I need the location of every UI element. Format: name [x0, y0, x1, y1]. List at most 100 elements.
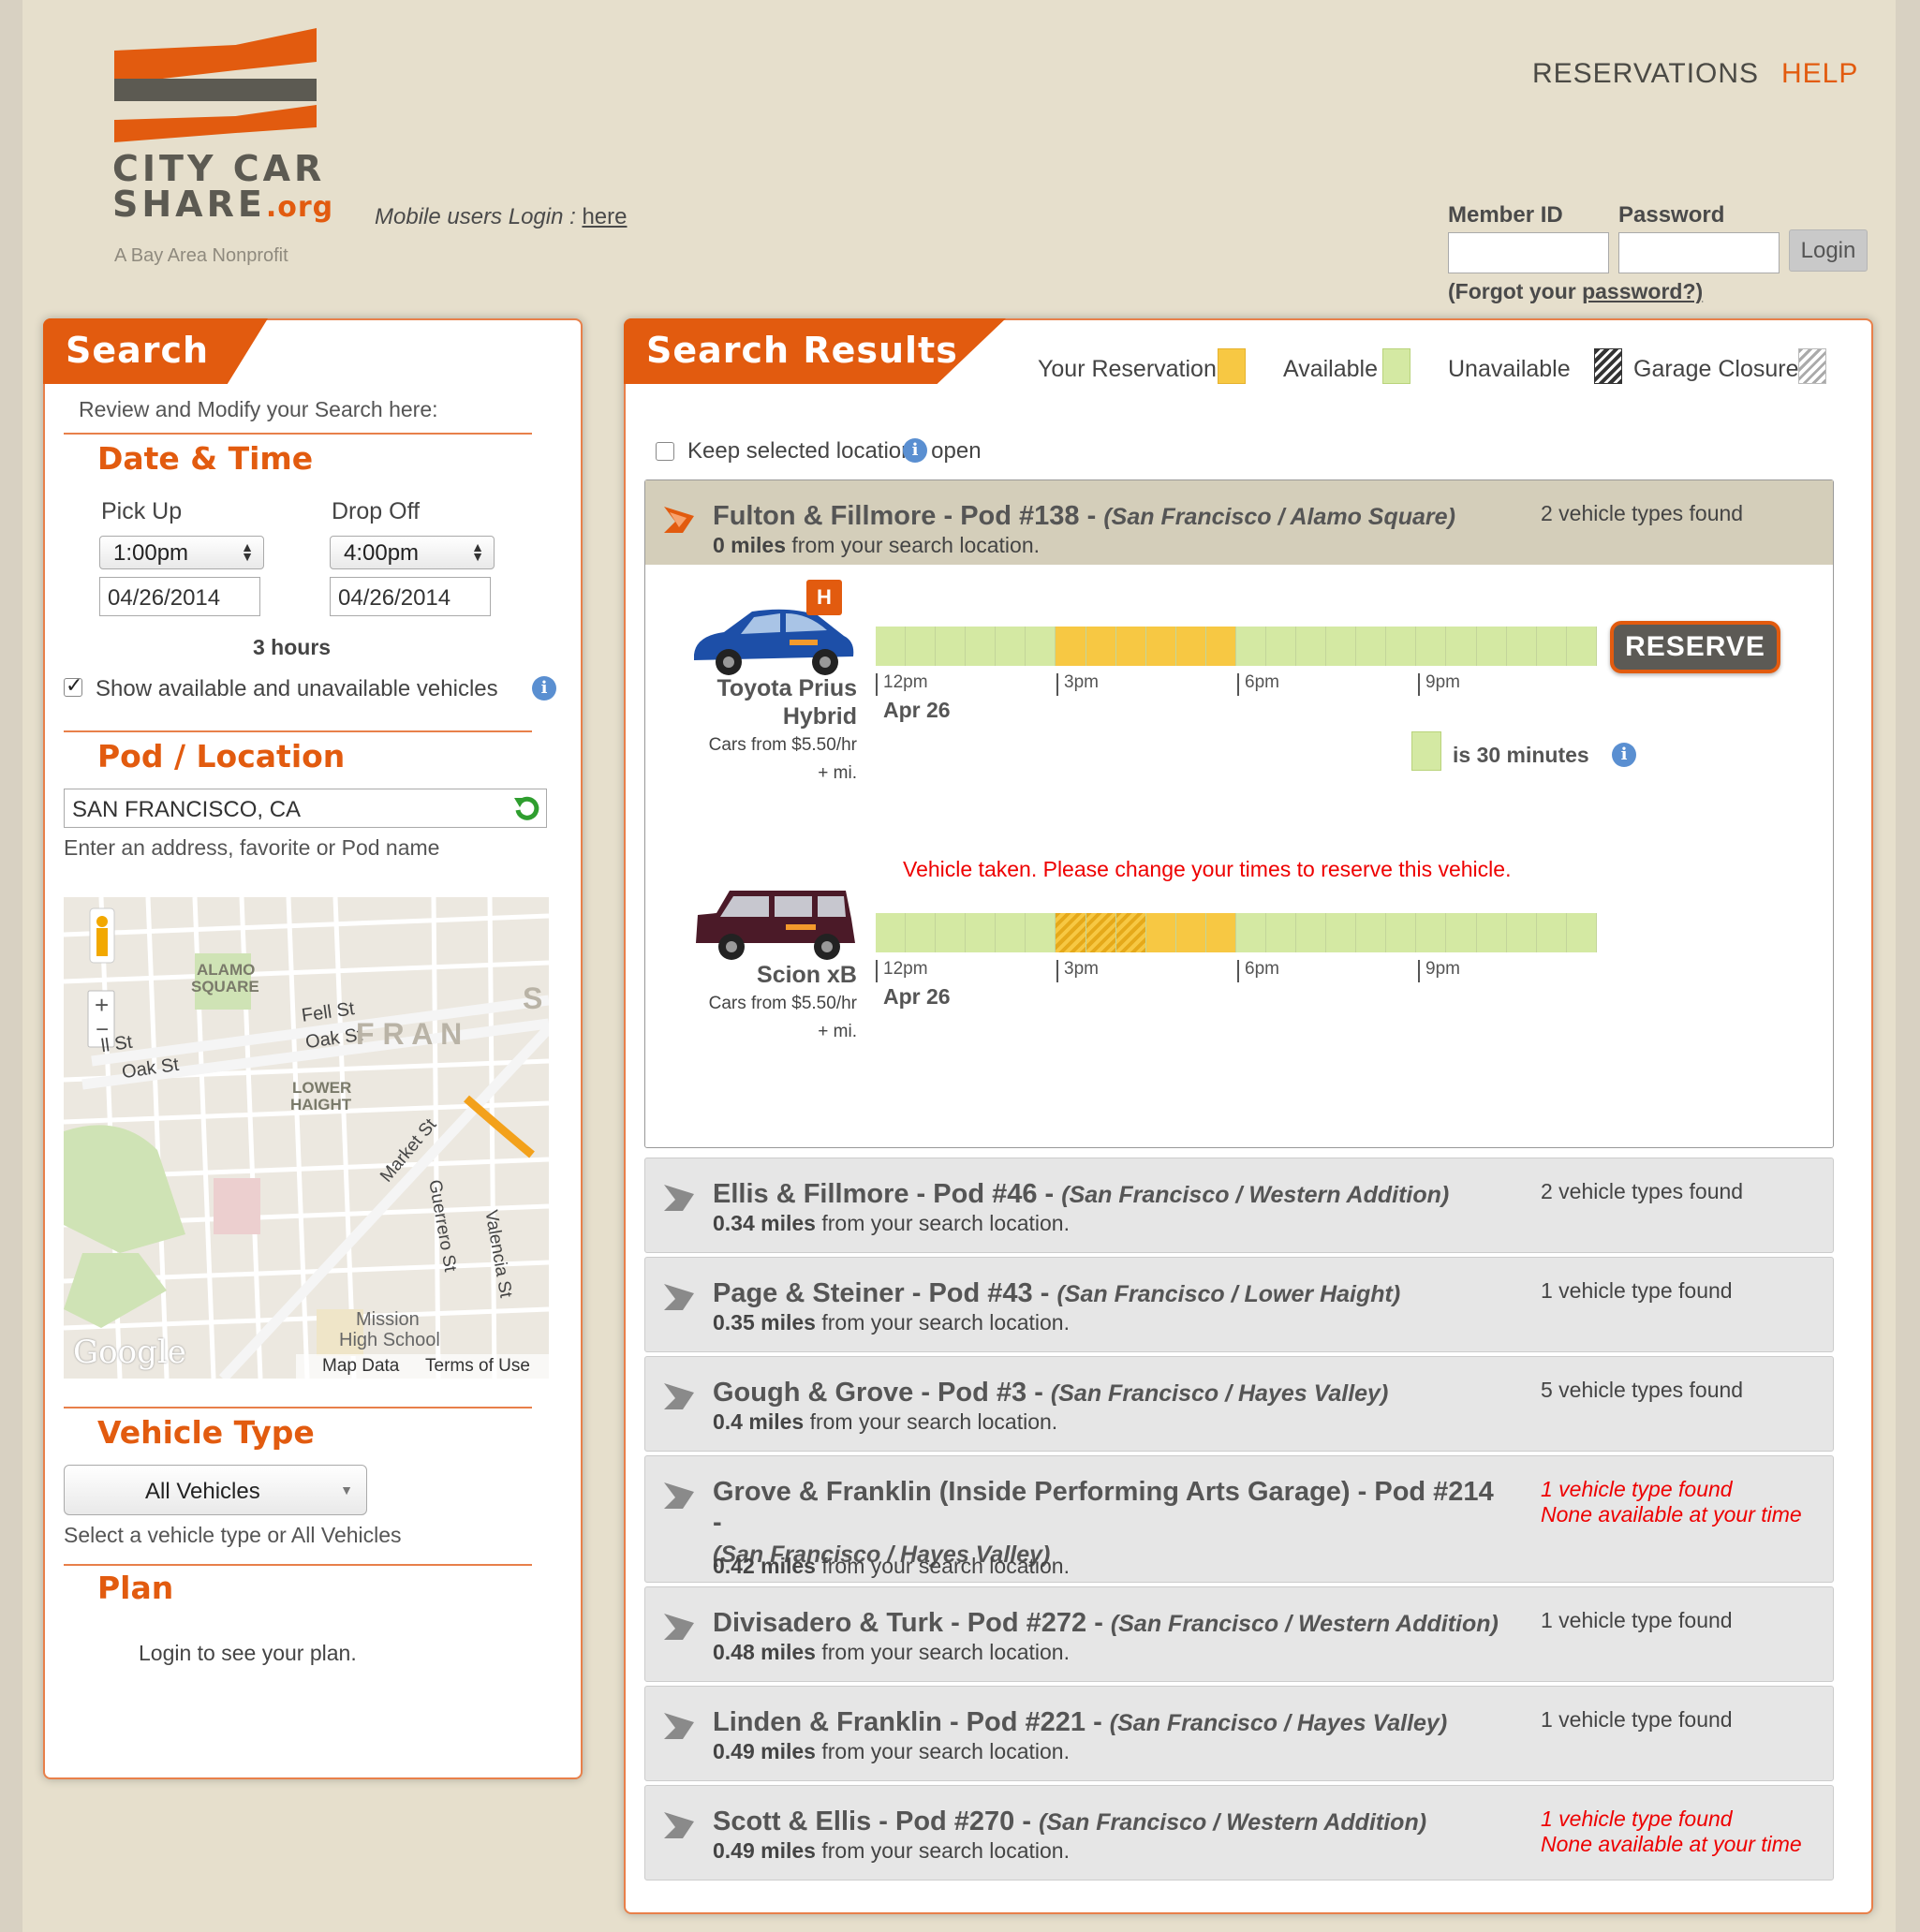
availability-timeline[interactable] [876, 913, 1597, 952]
time-slot[interactable] [966, 627, 997, 666]
password-input[interactable] [1618, 232, 1780, 273]
time-slot[interactable] [1235, 913, 1267, 952]
time-slot[interactable] [1536, 913, 1567, 952]
pickup-time-select[interactable]: 1:00pm ▲ ▼ [99, 536, 264, 569]
timeline-tick [1418, 960, 1420, 982]
time-slot[interactable] [1026, 627, 1056, 666]
dropoff-time-select[interactable]: 4:00pm ▲ ▼ [330, 536, 495, 569]
time-slot[interactable] [996, 627, 1026, 666]
time-slot[interactable] [1115, 627, 1146, 666]
info-icon[interactable]: i [903, 438, 927, 463]
time-slot[interactable] [1266, 913, 1297, 952]
time-slot[interactable] [1506, 627, 1537, 666]
pod-row[interactable]: Page & Steiner - Pod #43 - (San Francisc… [644, 1257, 1834, 1352]
time-slot[interactable] [936, 913, 967, 952]
pod-distance: 0.4 miles from your search location. [713, 1409, 1058, 1434]
select-arrows-icon: ▲ ▼ [471, 539, 484, 564]
time-slot[interactable] [1476, 913, 1507, 952]
time-slot[interactable] [1235, 627, 1267, 666]
pod-row[interactable]: Linden & Franklin - Pod #221 - (San Fran… [644, 1686, 1834, 1781]
time-slot[interactable] [1296, 627, 1327, 666]
time-slot[interactable] [1506, 913, 1537, 952]
pod-row[interactable]: Ellis & Fillmore - Pod #46 - (San Franci… [644, 1158, 1834, 1253]
time-slot[interactable] [1026, 913, 1056, 952]
time-slot[interactable] [1145, 627, 1176, 666]
time-slot[interactable] [1416, 627, 1447, 666]
info-icon[interactable]: i [1612, 743, 1636, 767]
map-label-haight: HAIGHT [290, 1096, 352, 1113]
time-slot[interactable] [1536, 627, 1567, 666]
timeline-tick-label: 6pm [1245, 672, 1279, 692]
refresh-location-icon[interactable] [513, 794, 541, 822]
location-map[interactable]: + − ALAMO SQUARE Fell St Oak St ll St Oa… [64, 897, 549, 1379]
time-slot[interactable] [876, 627, 907, 666]
timeline-tick-label: 3pm [1064, 959, 1099, 979]
time-slot[interactable] [1326, 627, 1357, 666]
time-slot[interactable] [1205, 913, 1236, 952]
time-slot[interactable] [1566, 627, 1597, 666]
map-label-alamo: ALAMO [197, 961, 256, 979]
pod-row[interactable]: Gough & Grove - Pod #3 - (San Francisco … [644, 1356, 1834, 1452]
location-input[interactable]: SAN FRANCISCO, CA [64, 789, 547, 828]
time-slot[interactable] [876, 913, 907, 952]
keep-open-checkbox[interactable] [656, 442, 674, 461]
zoom-in-button[interactable]: + [95, 991, 109, 1020]
time-slot[interactable] [996, 913, 1026, 952]
pod-distance: 0.48 miles from your search location. [713, 1640, 1070, 1664]
pod-title: Divisadero & Turk - Pod #272 - (San Fran… [713, 1608, 1499, 1638]
time-slot[interactable] [1115, 913, 1146, 952]
dropoff-date-input[interactable]: 04/26/2014 [330, 577, 491, 616]
google-logo: Google [73, 1334, 186, 1371]
time-slot[interactable] [1086, 627, 1116, 666]
time-slot[interactable] [906, 627, 937, 666]
terms-link[interactable]: Terms of Use [425, 1356, 530, 1377]
logo-line2: SHARE.org [112, 184, 334, 225]
time-slot[interactable] [1086, 913, 1116, 952]
availability-timeline[interactable] [876, 627, 1597, 666]
pod-found-count: 5 vehicle types found [1541, 1378, 1744, 1402]
forgot-password-link[interactable]: password?) [1582, 279, 1703, 303]
time-slot[interactable] [1205, 627, 1236, 666]
time-slot[interactable] [1056, 627, 1086, 666]
reserve-button[interactable]: RESERVE [1610, 621, 1780, 673]
time-slot[interactable] [1446, 627, 1477, 666]
time-slot[interactable] [1356, 627, 1387, 666]
vehicle-type-select[interactable]: All Vehicles ▼ [64, 1465, 367, 1515]
time-slot[interactable] [966, 913, 997, 952]
pod-distance: 0.42 miles from your search location. [713, 1554, 1070, 1578]
pod-title: Linden & Franklin - Pod #221 - (San Fran… [713, 1707, 1448, 1737]
time-slot[interactable] [906, 913, 937, 952]
time-slot[interactable] [1446, 913, 1477, 952]
time-slot[interactable] [1175, 627, 1206, 666]
map-data-link[interactable]: Map Data [322, 1356, 399, 1377]
pickup-date-input[interactable]: 04/26/2014 [99, 577, 260, 616]
time-slot[interactable] [1266, 627, 1297, 666]
keep-open-label: Keep selected locations open [687, 438, 982, 464]
legend-available: Available [1283, 356, 1379, 382]
time-slot[interactable] [936, 627, 967, 666]
time-slot[interactable] [1386, 627, 1417, 666]
mobile-login-link[interactable]: here [582, 204, 627, 229]
show-all-checkbox[interactable]: ✓ [64, 673, 82, 697]
nav-reservations[interactable]: RESERVATIONS [1532, 58, 1759, 90]
pod-row[interactable]: Divisadero & Turk - Pod #272 - (San Fran… [644, 1586, 1834, 1682]
time-slot[interactable] [1476, 627, 1507, 666]
time-slot[interactable] [1175, 913, 1206, 952]
time-slot[interactable] [1145, 913, 1176, 952]
timeline-tick-label: 9pm [1425, 959, 1460, 979]
time-slot[interactable] [1386, 913, 1417, 952]
member-id-input[interactable] [1448, 232, 1609, 273]
login-button[interactable]: Login [1789, 229, 1868, 272]
time-slot[interactable] [1326, 913, 1357, 952]
pod-header[interactable]: Fulton & Fillmore - Pod #138 - (San Fran… [645, 480, 1833, 565]
pod-row[interactable]: Grove & Franklin (Inside Performing Arts… [644, 1455, 1834, 1583]
pod-row[interactable]: Scott & Ellis - Pod #270 - (San Francisc… [644, 1785, 1834, 1880]
time-slot[interactable] [1356, 913, 1387, 952]
time-slot[interactable] [1416, 913, 1447, 952]
nav-help[interactable]: HELP [1781, 58, 1858, 90]
time-slot[interactable] [1056, 913, 1086, 952]
time-slot[interactable] [1566, 913, 1597, 952]
info-icon[interactable]: i [532, 676, 556, 701]
pod-distance: 0.34 miles from your search location. [713, 1211, 1070, 1235]
time-slot[interactable] [1296, 913, 1327, 952]
